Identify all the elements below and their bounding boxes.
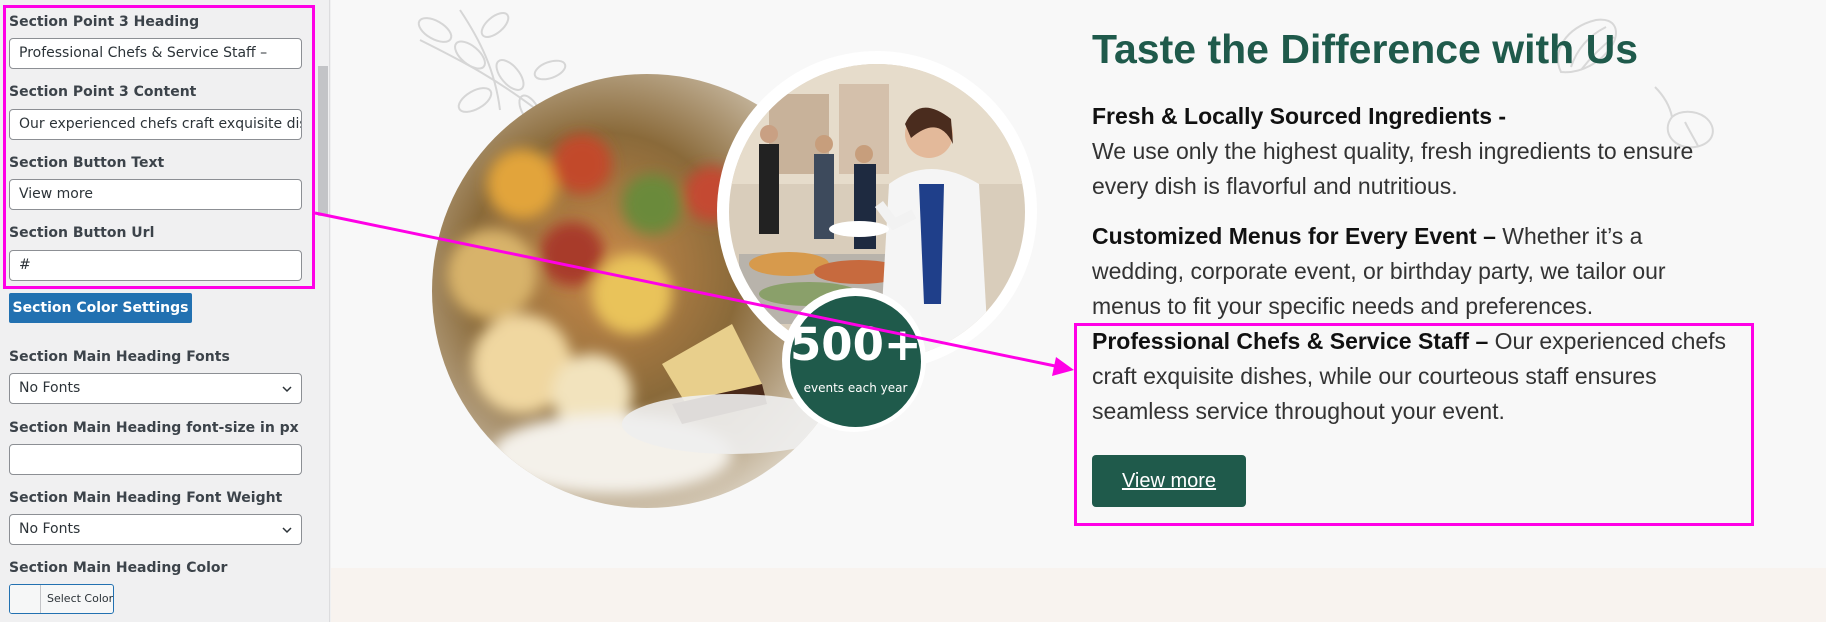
main-heading-weight-label: Section Main Heading Font Weight <box>9 490 283 506</box>
chevron-down-icon <box>282 527 292 534</box>
point-1-text: We use only the highest quality, fresh i… <box>1092 138 1694 199</box>
stat-label: events each year <box>803 381 908 395</box>
point-2-title: Customized Menus for Every Event – <box>1092 223 1496 249</box>
color-swatch <box>10 585 41 613</box>
point-2: Customized Menus for Every Event – Wheth… <box>1092 219 1732 324</box>
screen: Section Point 3 Heading Professional Che… <box>0 0 1826 622</box>
main-heading-fontsize-label: Section Main Heading font-size in px <box>9 420 299 436</box>
chevron-down-icon <box>282 386 292 393</box>
section-heading: Taste the Difference with Us <box>1092 26 1639 72</box>
stat-number: 500+ <box>790 318 922 371</box>
main-heading-fonts-label: Section Main Heading Fonts <box>9 349 230 365</box>
color-settings-button[interactable]: Section Color Settings <box>9 293 192 323</box>
main-heading-fonts-select[interactable]: No Fonts <box>9 373 302 404</box>
select-color-button[interactable]: Select Color <box>9 584 114 614</box>
main-heading-fonts-value: No Fonts <box>19 380 81 396</box>
next-section-strip <box>331 568 1826 622</box>
annotation-box-preview <box>1074 323 1754 526</box>
point-1-title: Fresh & Locally Sourced Ingredients - <box>1092 103 1507 129</box>
select-color-label: Select Color <box>47 592 114 605</box>
point-1: Fresh & Locally Sourced Ingredients - We… <box>1092 99 1732 204</box>
main-heading-weight-value: No Fonts <box>19 521 81 537</box>
annotation-box-sidebar <box>3 5 315 289</box>
main-heading-fontsize-input[interactable] <box>9 444 302 475</box>
main-heading-color-label: Section Main Heading Color <box>9 560 228 576</box>
main-heading-weight-select[interactable]: No Fonts <box>9 514 302 545</box>
sidebar-scrollbar-thumb[interactable] <box>318 66 328 216</box>
